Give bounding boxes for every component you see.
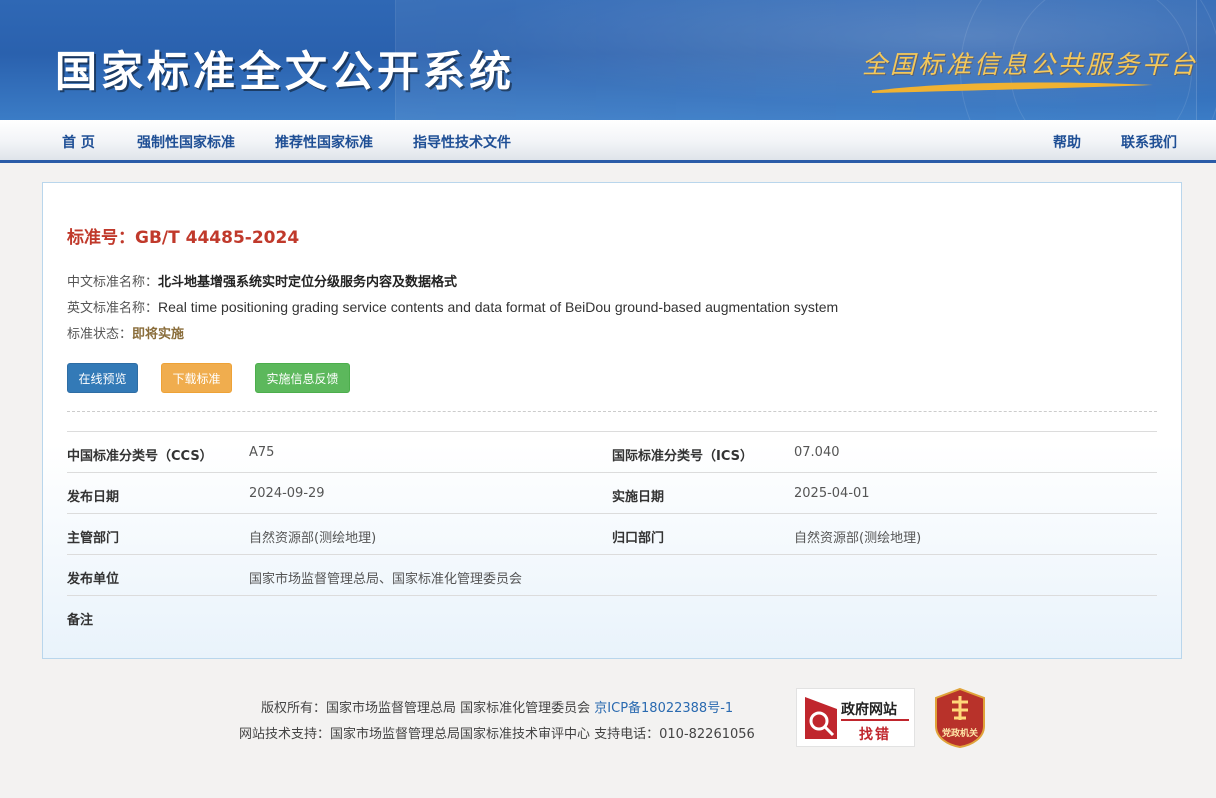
ics-value: 07.040 xyxy=(794,445,840,460)
nav-mandatory-standards[interactable]: 强制性国家标准 xyxy=(137,132,235,152)
issuing-unit-value: 国家市场监督管理总局、国家标准化管理委员会 xyxy=(249,572,523,587)
publish-date-label: 发布日期 xyxy=(67,490,120,505)
table-row: 备注 xyxy=(67,595,1157,636)
table-row: 主管部门 自然资源部(测绘地理) 归口部门 自然资源部(测绘地理) xyxy=(67,513,1157,554)
chinese-name-value: 北斗地基增强系统实时定位分级服务内容及数据格式 xyxy=(158,275,458,290)
nav-home[interactable]: 首 页 xyxy=(62,132,95,152)
chinese-name-row: 中文标准名称：北斗地基增强系统实时定位分级服务内容及数据格式 xyxy=(67,271,457,290)
copyright-text: 版权所有：国家市场监督管理总局 国家标准化管理委员会 xyxy=(261,701,591,716)
table-row: 发布日期 2024-09-29 实施日期 2025-04-01 xyxy=(67,472,1157,513)
english-name-row: 英文标准名称：Real time positioning grading ser… xyxy=(67,297,838,316)
ccs-label: 中国标准分类号（CCS） xyxy=(67,449,213,464)
remarks-label: 备注 xyxy=(67,613,94,628)
competent-dept-value: 自然资源部(测绘地理) xyxy=(249,531,377,546)
slogan-swoosh-decoration xyxy=(872,82,1153,93)
gov-badge-divider xyxy=(841,719,909,721)
party-badge-label: 党政机关 xyxy=(941,729,978,739)
standard-number-label: 标准号： xyxy=(67,228,135,248)
gov-badge-subtitle: 找错 xyxy=(859,727,891,743)
table-row: 中国标准分类号（CCS） A75 国际标准分类号（ICS） 07.040 xyxy=(67,431,1157,472)
online-preview-button[interactable]: 在线预览 xyxy=(67,363,138,393)
responsible-dept-value: 自然资源部(测绘地理) xyxy=(794,531,922,546)
status-label: 标准状态： xyxy=(67,327,133,342)
status-row: 标准状态：即将实施 xyxy=(67,323,184,342)
english-name-label: 英文标准名称： xyxy=(67,301,159,316)
section-divider xyxy=(67,411,1157,412)
nav-help[interactable]: 帮助 xyxy=(1053,132,1081,152)
ccs-value: A75 xyxy=(249,445,275,460)
header-banner: 国家标准全文公开系统 全国标准信息公共服务平台 xyxy=(0,0,1216,120)
download-standard-button[interactable]: 下载标准 xyxy=(161,363,232,393)
standard-number: GB/T 44485-2024 xyxy=(135,228,300,248)
nav-recommended-standards[interactable]: 推荐性国家标准 xyxy=(275,132,373,152)
footer-copyright: 版权所有：国家市场监督管理总局 国家标准化管理委员会 京ICP备18022388… xyxy=(261,697,733,716)
icp-link[interactable]: 京ICP备18022388号-1 xyxy=(594,701,733,716)
site-title: 国家标准全文公开系统 xyxy=(55,47,516,96)
table-row: 发布单位 国家市场监督管理总局、国家标准化管理委员会 xyxy=(67,554,1157,595)
platform-slogan: 全国标准信息公共服务平台 xyxy=(862,50,1199,79)
standard-detail-card: 标准号：GB/T 44485-2024 中文标准名称：北斗地基增强系统实时定位分… xyxy=(42,182,1182,659)
party-govt-agency-badge[interactable]: 党政机关 xyxy=(934,687,986,749)
publish-date-value: 2024-09-29 xyxy=(249,486,325,501)
ics-label: 国际标准分类号（ICS） xyxy=(612,449,753,464)
competent-dept-label: 主管部门 xyxy=(67,531,120,546)
standard-number-title: 标准号：GB/T 44485-2024 xyxy=(67,223,299,248)
gov-site-error-report-badge[interactable]: 政府网站 找错 xyxy=(796,688,915,747)
footer-tech-support: 网站技术支持：国家市场监督管理总局国家标准技术审评中心 支持电话：010-822… xyxy=(239,727,755,742)
status-value: 即将实施 xyxy=(132,327,185,342)
implement-date-label: 实施日期 xyxy=(612,490,665,505)
main-nav: 首 页 强制性国家标准 推荐性国家标准 指导性技术文件 帮助 联系我们 xyxy=(0,120,1216,163)
gov-badge-title: 政府网站 xyxy=(841,702,897,718)
responsible-dept-label: 归口部门 xyxy=(612,531,665,546)
implement-date-value: 2025-04-01 xyxy=(794,486,870,501)
chinese-name-label: 中文标准名称： xyxy=(67,275,159,290)
magnifier-icon xyxy=(805,697,837,739)
nav-contact-us[interactable]: 联系我们 xyxy=(1121,132,1177,152)
implementation-feedback-button[interactable]: 实施信息反馈 xyxy=(255,363,350,393)
party-emblem-icon xyxy=(935,687,985,749)
issuing-unit-label: 发布单位 xyxy=(67,572,120,587)
nav-guidance-documents[interactable]: 指导性技术文件 xyxy=(413,132,511,152)
english-name-value: Real time positioning grading service co… xyxy=(158,299,839,315)
